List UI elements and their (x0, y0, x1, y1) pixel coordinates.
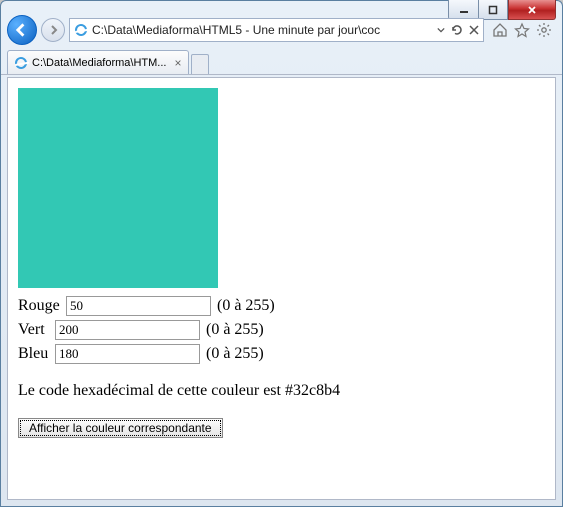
maximize-icon (488, 5, 498, 15)
address-text: C:\Data\Mediaforma\HTML5 - Une minute pa… (92, 23, 433, 37)
ie-icon (74, 23, 88, 37)
input-vert[interactable] (55, 320, 200, 340)
show-color-button[interactable]: Afficher la couleur correspondante (18, 418, 223, 438)
row-bleu: Bleu (0 à 255) (18, 344, 545, 364)
label-rouge: Rouge (18, 297, 62, 315)
new-tab-button[interactable] (191, 54, 209, 74)
ie-icon (14, 56, 28, 70)
browser-window: C:\Data\Mediaforma\HTML5 - Une minute pa… (0, 0, 563, 507)
maximize-button[interactable] (478, 0, 508, 20)
chevron-down-icon[interactable] (437, 26, 445, 34)
navbar: C:\Data\Mediaforma\HTML5 - Une minute pa… (1, 13, 562, 47)
toolbar-icons (488, 22, 556, 38)
home-icon[interactable] (492, 22, 508, 38)
gear-icon[interactable] (536, 22, 552, 38)
star-icon[interactable] (514, 22, 530, 38)
back-button[interactable] (7, 15, 37, 45)
result-prefix: Le code hexadécimal de cette couleur est (18, 382, 285, 399)
row-vert: Vert (0 à 255) (18, 320, 545, 340)
input-bleu[interactable] (55, 344, 200, 364)
page-content: Rouge (0 à 255) Vert (0 à 255) Bleu (0 à… (7, 77, 556, 500)
tabbar: C:\Data\Mediaforma\HTM... × (1, 47, 562, 75)
hint-bleu: (0 à 255) (206, 345, 264, 363)
hint-vert: (0 à 255) (206, 321, 264, 339)
tab-title: C:\Data\Mediaforma\HTM... (32, 57, 166, 69)
color-form: Rouge (0 à 255) Vert (0 à 255) Bleu (0 à… (18, 296, 545, 364)
tab-close-icon[interactable]: × (174, 56, 181, 70)
minimize-icon (459, 5, 469, 15)
arrow-right-icon (48, 25, 58, 35)
address-bar[interactable]: C:\Data\Mediaforma\HTML5 - Une minute pa… (69, 18, 484, 42)
refresh-icon[interactable] (451, 24, 463, 36)
label-bleu: Bleu (18, 345, 51, 363)
titlebar (1, 1, 562, 13)
hint-rouge: (0 à 255) (217, 297, 275, 315)
color-swatch (18, 88, 218, 288)
minimize-button[interactable] (448, 0, 478, 20)
close-button[interactable] (508, 0, 556, 20)
result-line: Le code hexadécimal de cette couleur est… (18, 382, 545, 400)
stop-icon[interactable] (469, 25, 479, 35)
window-controls (448, 0, 556, 13)
close-icon (527, 5, 537, 15)
input-rouge[interactable] (66, 296, 211, 316)
address-controls (437, 24, 479, 36)
result-code: #32c8b4 (285, 382, 340, 399)
label-vert: Vert (18, 321, 51, 339)
arrow-left-icon (15, 23, 29, 37)
row-rouge: Rouge (0 à 255) (18, 296, 545, 316)
tab-active[interactable]: C:\Data\Mediaforma\HTM... × (7, 50, 189, 74)
forward-button[interactable] (41, 18, 65, 42)
